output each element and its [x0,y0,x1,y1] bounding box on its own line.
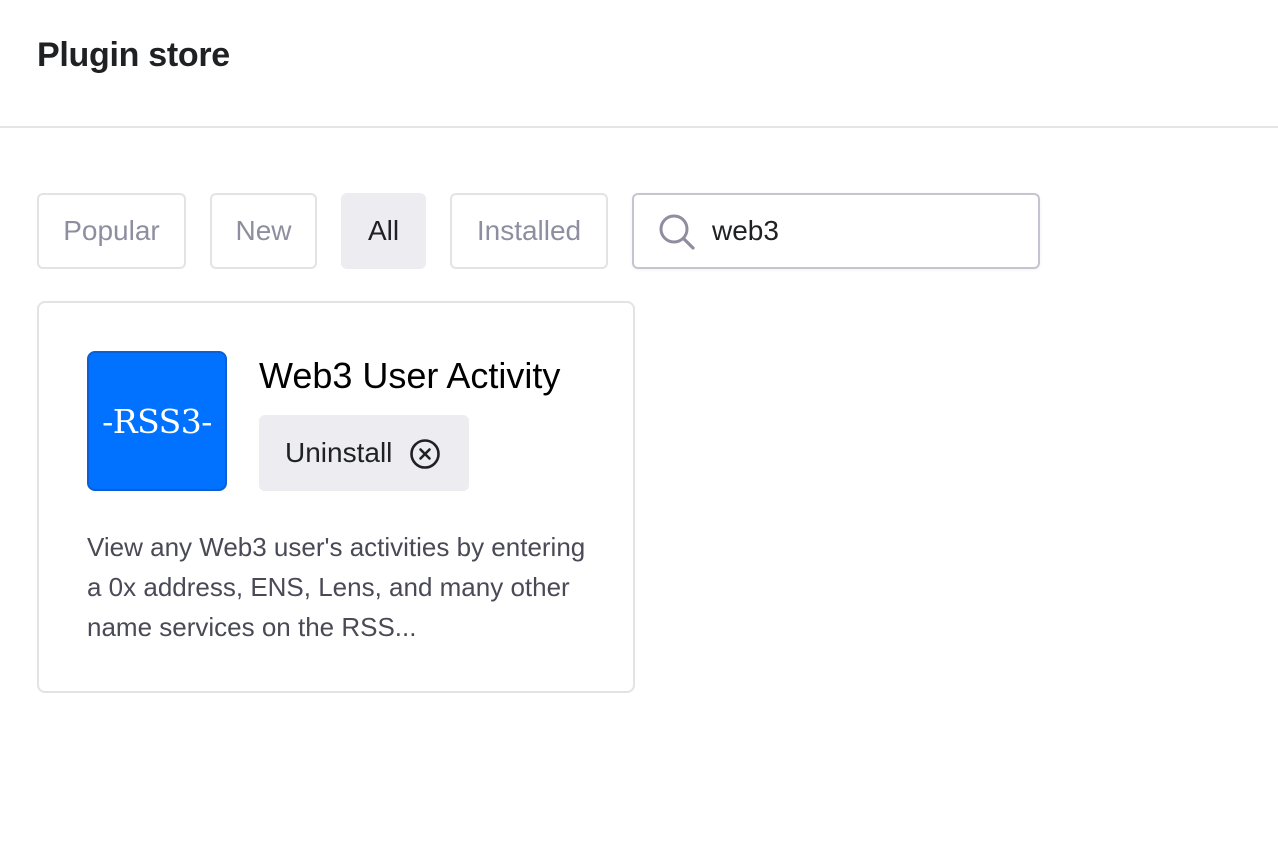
uninstall-button[interactable]: Uninstall [259,415,469,491]
uninstall-label: Uninstall [285,437,393,468]
filter-installed-button[interactable]: Installed [450,193,608,269]
plugin-description: View any Web3 user's activities by enter… [87,532,586,642]
search-box[interactable] [632,193,1040,269]
header: Plugin store [0,0,1278,128]
search-icon [659,214,695,250]
search-input[interactable] [712,209,1022,253]
filter-popular-button[interactable]: Popular [37,193,186,269]
filter-new-button[interactable]: New [210,193,317,269]
page-title: Plugin store [37,36,230,74]
close-circle-icon [410,439,440,469]
plugin-name: Web3 User Activity [259,355,561,396]
plugin-logo: -RSS3- [87,351,227,491]
plugin-store-page: Plugin store Popular New All Installed -… [0,0,1278,850]
plugin-card: -RSS3- Web3 User Activity Uninstall View… [37,301,635,693]
filter-all-button[interactable]: All [341,193,426,269]
